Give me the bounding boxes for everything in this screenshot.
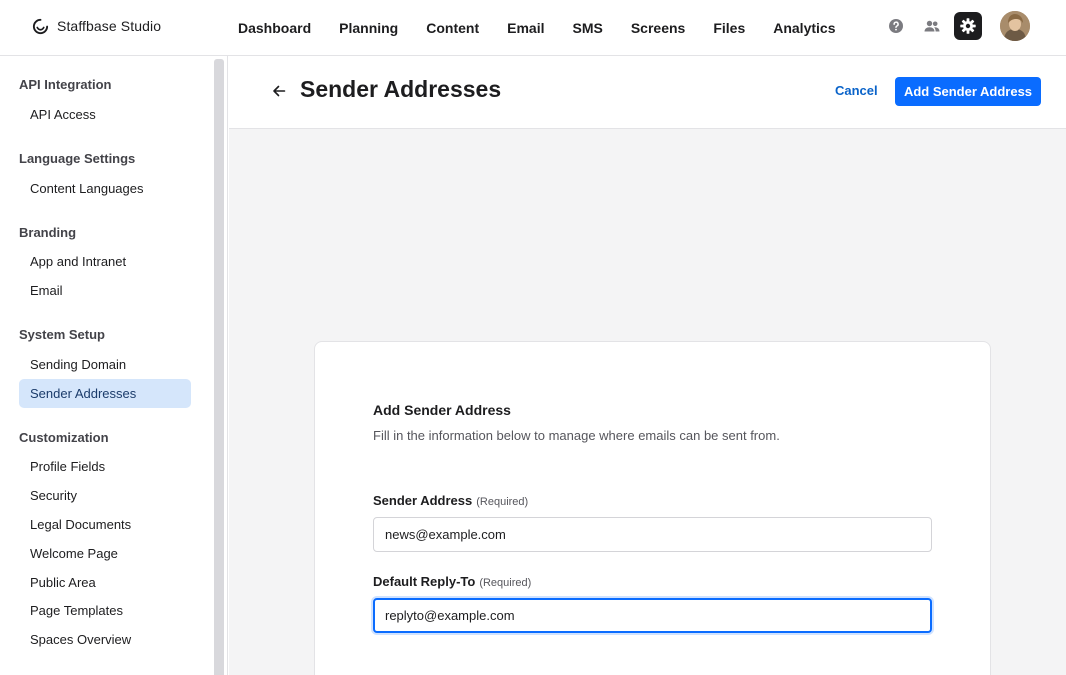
sidebar-section-language-settings: Language Settings xyxy=(19,151,136,166)
top-bar: Staffbase Studio Dashboard Planning Cont… xyxy=(0,0,1066,56)
sender-address-label-text: Sender Address xyxy=(373,493,473,508)
sidebar: API Integration API Access Language Sett… xyxy=(0,56,228,675)
nav-files[interactable]: Files xyxy=(713,20,745,36)
avatar[interactable] xyxy=(1000,11,1030,41)
form-title: Add Sender Address xyxy=(373,402,511,418)
form-description: Fill in the information below to manage … xyxy=(373,428,780,443)
reply-to-label: Default Reply-To (Required) xyxy=(373,574,531,589)
nav-content[interactable]: Content xyxy=(426,20,479,36)
sidebar-item-welcome-page[interactable]: Welcome Page xyxy=(19,539,191,568)
arrow-left-icon xyxy=(273,85,286,97)
sidebar-section-customization: Customization xyxy=(19,430,109,445)
sidebar-scrollbar[interactable] xyxy=(214,59,224,675)
sidebar-section-system-setup: System Setup xyxy=(19,327,105,342)
nav-planning[interactable]: Planning xyxy=(339,20,398,36)
sidebar-item-app-and-intranet[interactable]: App and Intranet xyxy=(19,247,191,276)
nav-email[interactable]: Email xyxy=(507,20,544,36)
users-icon xyxy=(924,20,940,32)
sender-address-label: Sender Address (Required) xyxy=(373,493,528,508)
avatar-photo xyxy=(1000,11,1030,41)
help-button[interactable] xyxy=(882,12,910,40)
page-header: Sender Addresses Cancel Add Sender Addre… xyxy=(229,56,1066,129)
sidebar-item-profile-fields[interactable]: Profile Fields xyxy=(19,452,191,481)
main-nav: Dashboard Planning Content Email SMS Scr… xyxy=(238,0,863,56)
sidebar-item-sender-addresses[interactable]: Sender Addresses xyxy=(19,379,191,408)
sidebar-section-api-integration: API Integration xyxy=(19,77,112,92)
sender-address-form-card: Add Sender Address Fill in the informati… xyxy=(314,341,991,675)
help-icon xyxy=(889,19,903,33)
sender-address-required-hint: (Required) xyxy=(476,496,529,508)
page-title: Sender Addresses xyxy=(300,76,502,102)
nav-analytics[interactable]: Analytics xyxy=(773,20,835,36)
cancel-button[interactable]: Cancel xyxy=(835,83,878,98)
reply-to-input[interactable] xyxy=(373,598,932,633)
sender-address-input[interactable] xyxy=(373,517,932,552)
reply-to-required-hint: (Required) xyxy=(479,577,532,589)
gear-icon xyxy=(960,18,976,34)
sidebar-item-email[interactable]: Email xyxy=(19,276,191,305)
sidebar-item-sending-domain[interactable]: Sending Domain xyxy=(19,350,191,379)
reply-to-label-text: Default Reply-To xyxy=(373,574,476,589)
top-actions xyxy=(874,11,1030,41)
sidebar-section-branding: Branding xyxy=(19,225,77,240)
sidebar-item-api-access[interactable]: API Access xyxy=(19,100,191,129)
sidebar-item-spaces-overview[interactable]: Spaces Overview xyxy=(19,625,191,654)
brand-name: Staffbase Studio xyxy=(57,18,162,34)
main-content: Sender Addresses Cancel Add Sender Addre… xyxy=(229,56,1066,675)
users-button[interactable] xyxy=(918,12,946,40)
sidebar-item-content-languages[interactable]: Content Languages xyxy=(19,174,191,203)
sidebar-item-legal-documents[interactable]: Legal Documents xyxy=(19,510,191,539)
sidebar-item-public-area[interactable]: Public Area xyxy=(19,568,191,597)
nav-dashboard[interactable]: Dashboard xyxy=(238,20,311,36)
add-sender-address-button[interactable]: Add Sender Address xyxy=(895,77,1041,106)
nav-sms[interactable]: SMS xyxy=(573,20,603,36)
back-button[interactable] xyxy=(269,81,289,101)
brand[interactable]: Staffbase Studio xyxy=(32,16,161,36)
staffbase-logo-icon xyxy=(32,18,49,34)
sidebar-item-security[interactable]: Security xyxy=(19,481,191,510)
nav-screens[interactable]: Screens xyxy=(631,20,685,36)
sidebar-item-page-templates[interactable]: Page Templates xyxy=(19,596,191,625)
settings-button[interactable] xyxy=(954,12,982,40)
